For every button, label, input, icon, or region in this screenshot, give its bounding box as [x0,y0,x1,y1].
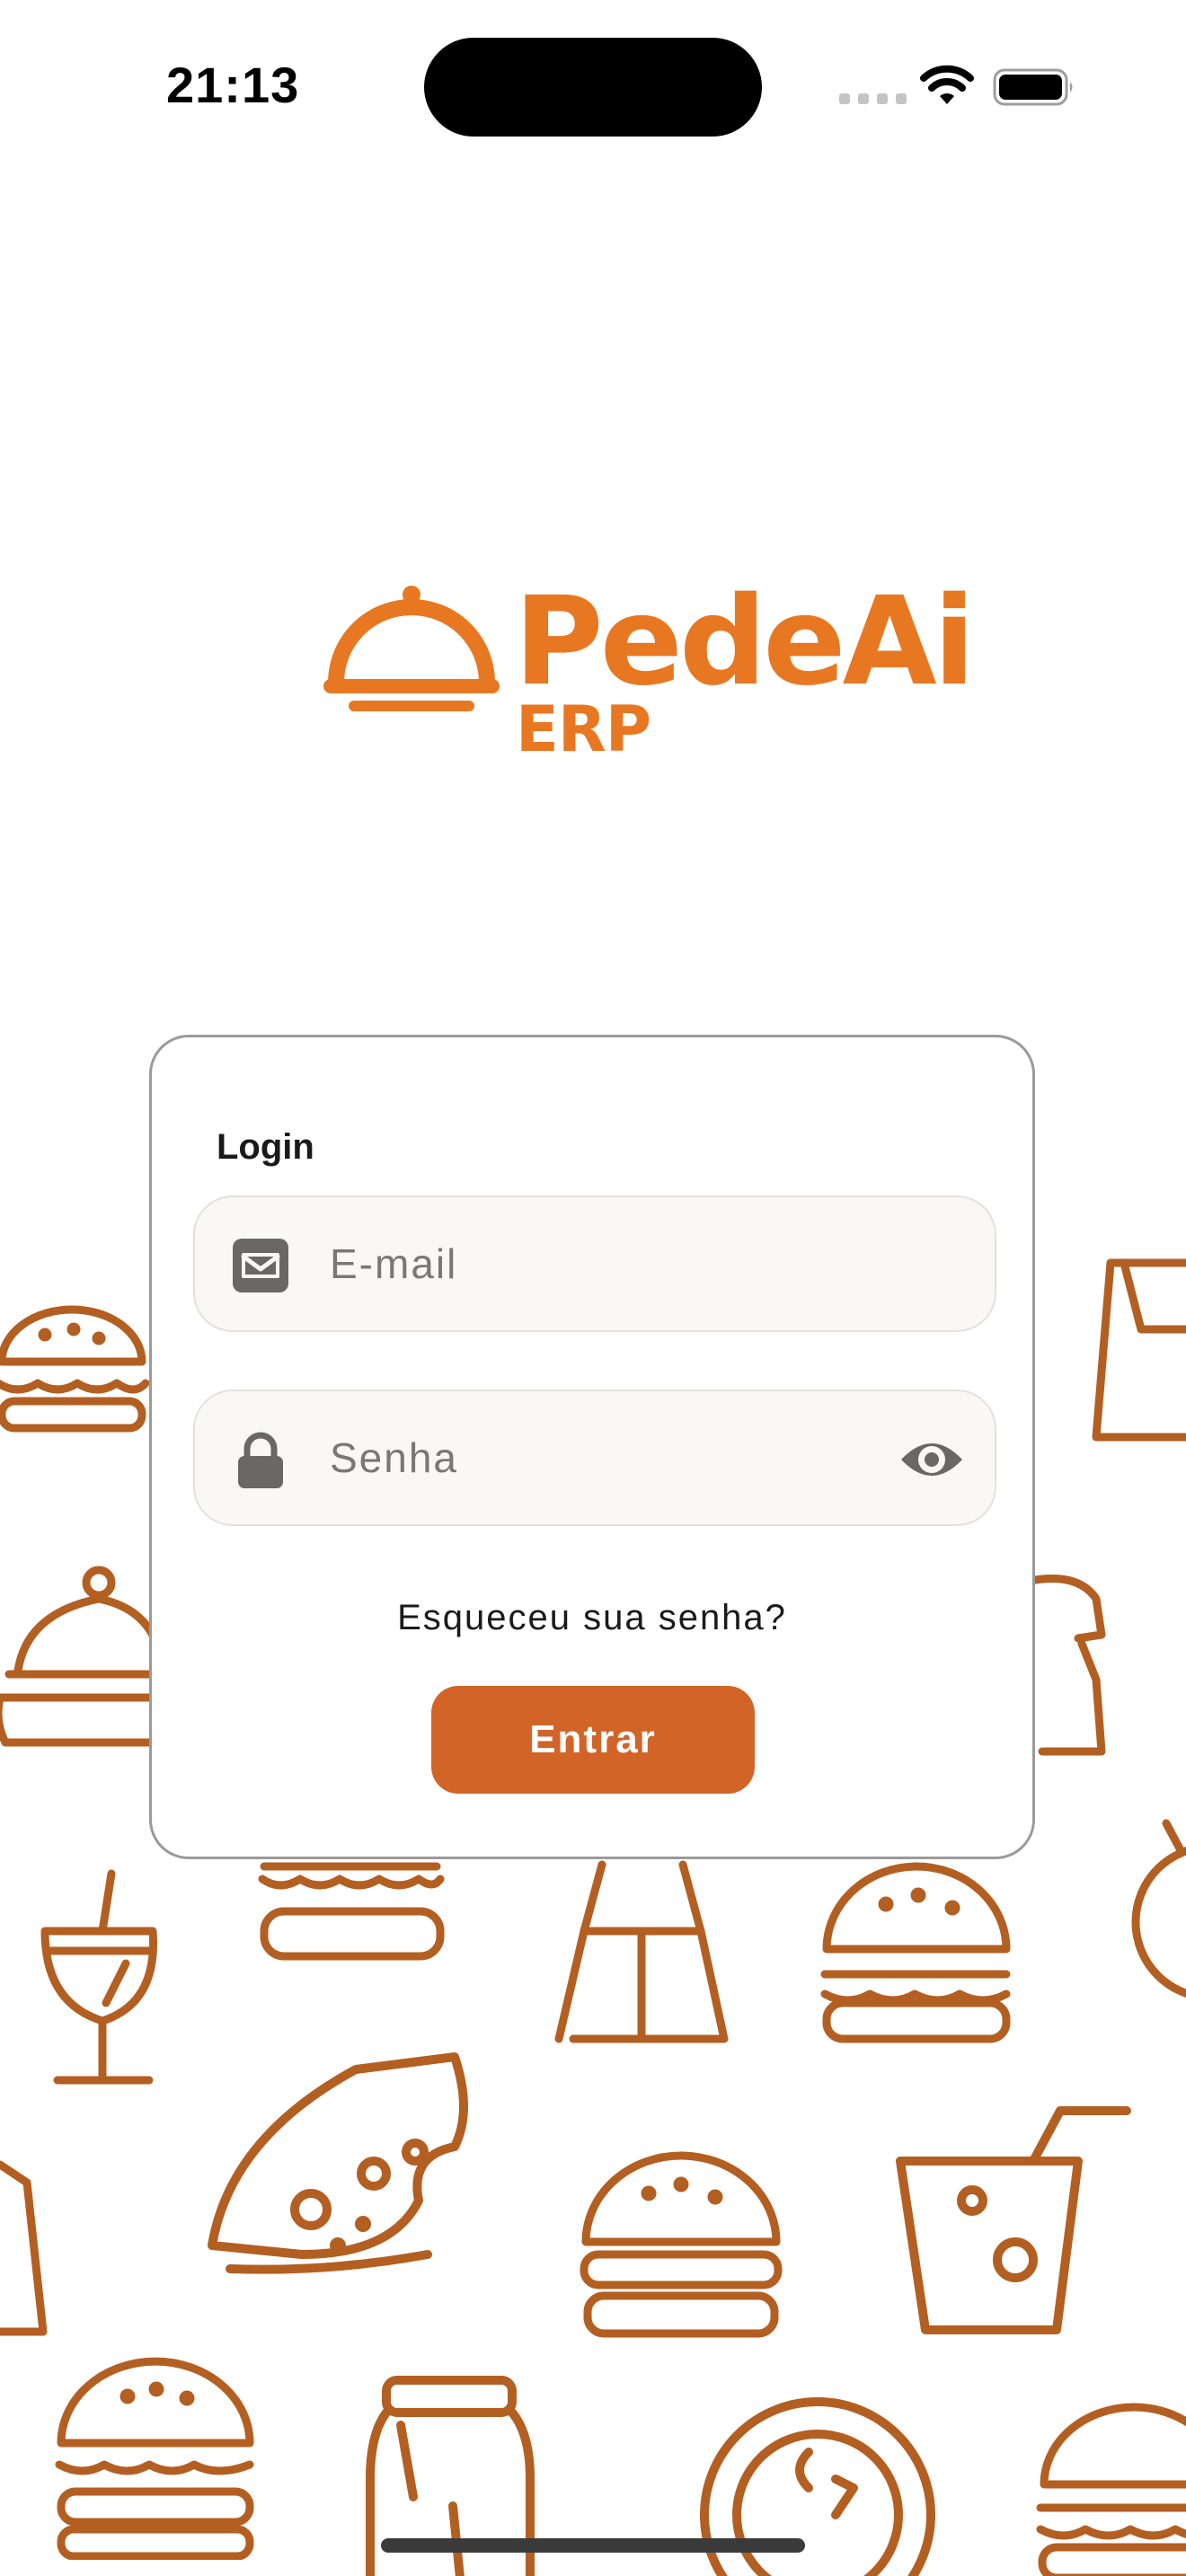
brand-logo: PedeAi ERP [323,575,975,772]
burger-icon [258,1862,445,1961]
wifi-icon [920,65,974,104]
soda-cup-icon [0,2160,48,2336]
password-field[interactable] [193,1389,996,1526]
food-bag-icon [554,1860,729,2043]
envelope-icon [233,1239,288,1292]
email-field[interactable] [193,1195,996,1332]
battery-icon [993,68,1073,106]
home-indicator[interactable] [381,2538,805,2553]
burger-icon [55,2357,254,2560]
burger-icon [1036,2403,1186,2576]
food-bag-icon [1092,1258,1186,1442]
login-submit-button[interactable]: Entrar [431,1686,755,1794]
login-title: Login [217,1127,314,1167]
food-cloche-icon [323,586,500,711]
takeaway-box-icon [1025,1575,1106,1756]
eye-icon[interactable] [899,1434,964,1485]
lock-icon [238,1432,283,1488]
soda-cup-icon [896,2106,1131,2334]
dynamic-island [424,38,762,137]
email-input[interactable] [330,1197,869,1330]
status-time: 21:13 [166,57,300,113]
pizza-icon [1131,1819,1186,1998]
drink-glass-icon [40,1869,158,2085]
cell-signal-icon [839,93,907,104]
password-input[interactable] [330,1391,869,1524]
burger-icon [0,1305,150,1433]
forgot-password-link[interactable]: Esqueceu sua senha? [152,1598,1032,1638]
takeaway-cup-icon [0,1566,162,1747]
burger-icon [580,2151,783,2338]
login-card: Login Esqueceu sua senha? Entrar [149,1035,1035,1859]
pizza-slice-icon [208,2052,468,2274]
burger-icon [820,1862,1011,2043]
brand-suffix: ERP [516,693,651,766]
brand-name: PedeAi [514,571,975,713]
